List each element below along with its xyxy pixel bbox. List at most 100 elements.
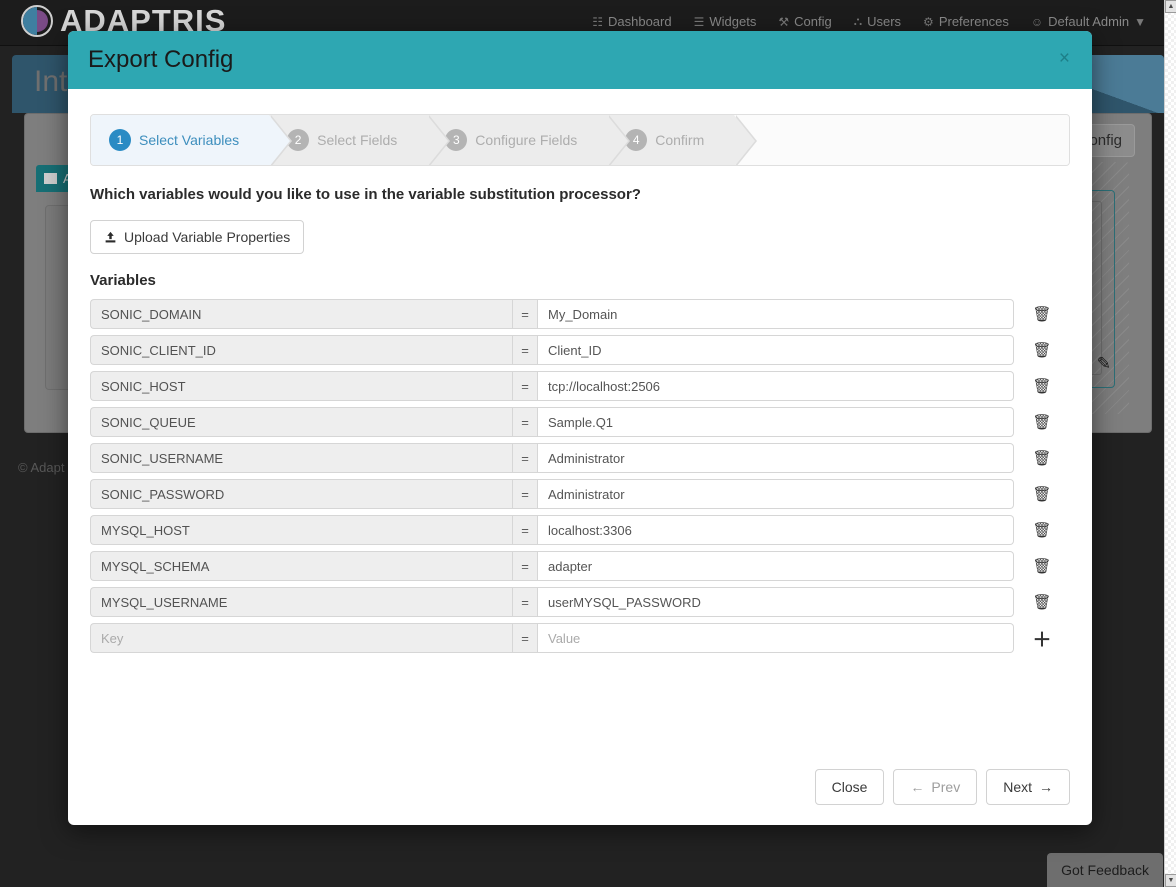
delete-variable-button[interactable]: 🗑 (1014, 413, 1070, 431)
delete-variable-button[interactable]: 🗑 (1014, 521, 1070, 539)
input-group: = (90, 299, 1014, 329)
delete-variable-button[interactable]: 🗑 (1014, 341, 1070, 359)
table-row: =🗑 (90, 335, 1070, 365)
input-group: = (90, 443, 1014, 473)
variable-key-input[interactable] (90, 299, 512, 329)
variable-key-input[interactable] (90, 551, 512, 581)
variable-value-input[interactable] (538, 335, 1014, 365)
wrench-icon: ⚒ (778, 14, 790, 29)
nav-item-user-menu[interactable]: ☺ Default Admin ▼ (1031, 14, 1146, 29)
variable-value-input[interactable] (538, 371, 1014, 401)
input-group: = (90, 551, 1014, 581)
wizard-step-label-4: Confirm (655, 132, 705, 148)
variables-section-label: Variables (90, 272, 156, 289)
equals-sign: = (512, 407, 538, 437)
equals-sign: = (512, 443, 538, 473)
user-icon: ☺ (1030, 14, 1044, 29)
widgets-icon: ☰ (693, 14, 705, 29)
delete-variable-button[interactable]: 🗑 (1014, 377, 1070, 395)
modal-header: Export Config × (68, 31, 1092, 89)
nav-item-widgets[interactable]: ☰ Widgets (694, 14, 757, 29)
wizard-step-select-variables[interactable]: 1 Select Variables (91, 115, 293, 165)
variable-key-input[interactable] (90, 515, 512, 545)
next-button-label: Next (1003, 779, 1032, 795)
variable-key-input[interactable] (90, 335, 512, 365)
copyright-text: © Adapt (18, 460, 65, 475)
table-row: =🗑 (90, 479, 1070, 509)
export-config-modal: Export Config × 1 Select Variables 2 Sel… (68, 31, 1092, 825)
prev-button-label: Prev (931, 779, 961, 795)
table-row: =🗑 (90, 587, 1070, 617)
wizard-step-label-2: Select Fields (317, 132, 398, 148)
nav-item-users[interactable]: ⛬ Users (854, 14, 901, 29)
navbar-links: ☷ Dashboard ☰ Widgets ⚒ Config ⛬ Users ⚙… (592, 14, 1146, 29)
table-row: =🗑 (90, 443, 1070, 473)
delete-variable-button[interactable]: 🗑 (1014, 305, 1070, 323)
equals-sign: = (512, 551, 538, 581)
close-icon[interactable]: × (1053, 47, 1076, 70)
input-group: = (90, 587, 1014, 617)
new-variable-value-input[interactable] (538, 623, 1014, 653)
wizard-step-label-3: Configure Fields (475, 132, 578, 148)
variable-value-input[interactable] (538, 587, 1014, 617)
variable-key-input[interactable] (90, 587, 512, 617)
equals-sign: = (512, 623, 538, 653)
next-button[interactable]: Next → (986, 769, 1070, 805)
edit-icon[interactable]: ✎ (1097, 354, 1111, 374)
wizard-step-select-fields[interactable]: 2 Select Fields (269, 115, 451, 165)
wizard-step-configure-fields[interactable]: 3 Configure Fields (427, 115, 631, 165)
nav-item-preferences[interactable]: ⚙ Preferences (923, 14, 1009, 29)
input-group: = (90, 515, 1014, 545)
variable-value-input[interactable] (538, 443, 1014, 473)
add-variable-button[interactable]: ＋ (1014, 625, 1070, 652)
equals-sign: = (512, 299, 538, 329)
wizard-step-number-1: 1 (109, 129, 131, 151)
input-group: = (90, 623, 1014, 653)
variable-value-input[interactable] (538, 515, 1014, 545)
variable-value-input[interactable] (538, 551, 1014, 581)
variable-key-input[interactable] (90, 479, 512, 509)
close-button[interactable]: Close (814, 769, 885, 805)
variable-value-input[interactable] (538, 299, 1014, 329)
upload-variable-properties-button[interactable]: Upload Variable Properties (90, 220, 305, 254)
users-icon: ⛬ (853, 14, 863, 28)
equals-sign: = (512, 515, 538, 545)
delete-variable-button[interactable]: 🗑 (1014, 485, 1070, 503)
dashboard-icon: ☷ (592, 14, 603, 29)
arrow-left-icon: ← (910, 779, 925, 795)
input-group: = (90, 335, 1014, 365)
nav-label-widgets: Widgets (709, 14, 757, 29)
nav-label-preferences: Preferences (938, 14, 1009, 29)
table-row: =🗑 (90, 407, 1070, 437)
nav-label-dashboard: Dashboard (608, 14, 672, 29)
equals-sign: = (512, 335, 538, 365)
arrow-right-icon: → (1039, 779, 1053, 795)
variable-value-input[interactable] (538, 407, 1014, 437)
delete-variable-button[interactable]: 🗑 (1014, 593, 1070, 611)
prev-button[interactable]: ← Prev (893, 769, 978, 805)
gears-icon: ⚙ (923, 14, 934, 29)
upload-icon (105, 231, 116, 242)
nav-item-dashboard[interactable]: ☷ Dashboard (592, 14, 671, 29)
delete-variable-button[interactable]: 🗑 (1014, 557, 1070, 575)
scroll-up-icon[interactable]: ▲ (1165, 0, 1176, 13)
nav-item-config[interactable]: ⚒ Config (778, 14, 831, 29)
modal-body: 1 Select Variables 2 Select Fields 3 Con… (68, 89, 1092, 749)
chevron-down-icon: ▼ (1134, 14, 1146, 29)
wizard-question: Which variables would you like to use in… (90, 186, 641, 203)
variable-key-input[interactable] (90, 371, 512, 401)
variable-key-input[interactable] (90, 443, 512, 473)
modal-title: Export Config (88, 46, 234, 73)
nav-label-config: Config (794, 14, 832, 29)
equals-sign: = (512, 479, 538, 509)
scroll-down-icon[interactable]: ▼ (1165, 874, 1176, 887)
new-variable-key-input[interactable] (90, 623, 512, 653)
variable-key-input[interactable] (90, 407, 512, 437)
feedback-tab[interactable]: Got Feedback (1047, 853, 1163, 887)
table-row: =🗑 (90, 299, 1070, 329)
equals-sign: = (512, 587, 538, 617)
delete-variable-button[interactable]: 🗑 (1014, 449, 1070, 467)
adapter-icon (44, 173, 57, 184)
variable-value-input[interactable] (538, 479, 1014, 509)
page-scrollbar[interactable]: ▲ ▼ (1164, 0, 1176, 887)
